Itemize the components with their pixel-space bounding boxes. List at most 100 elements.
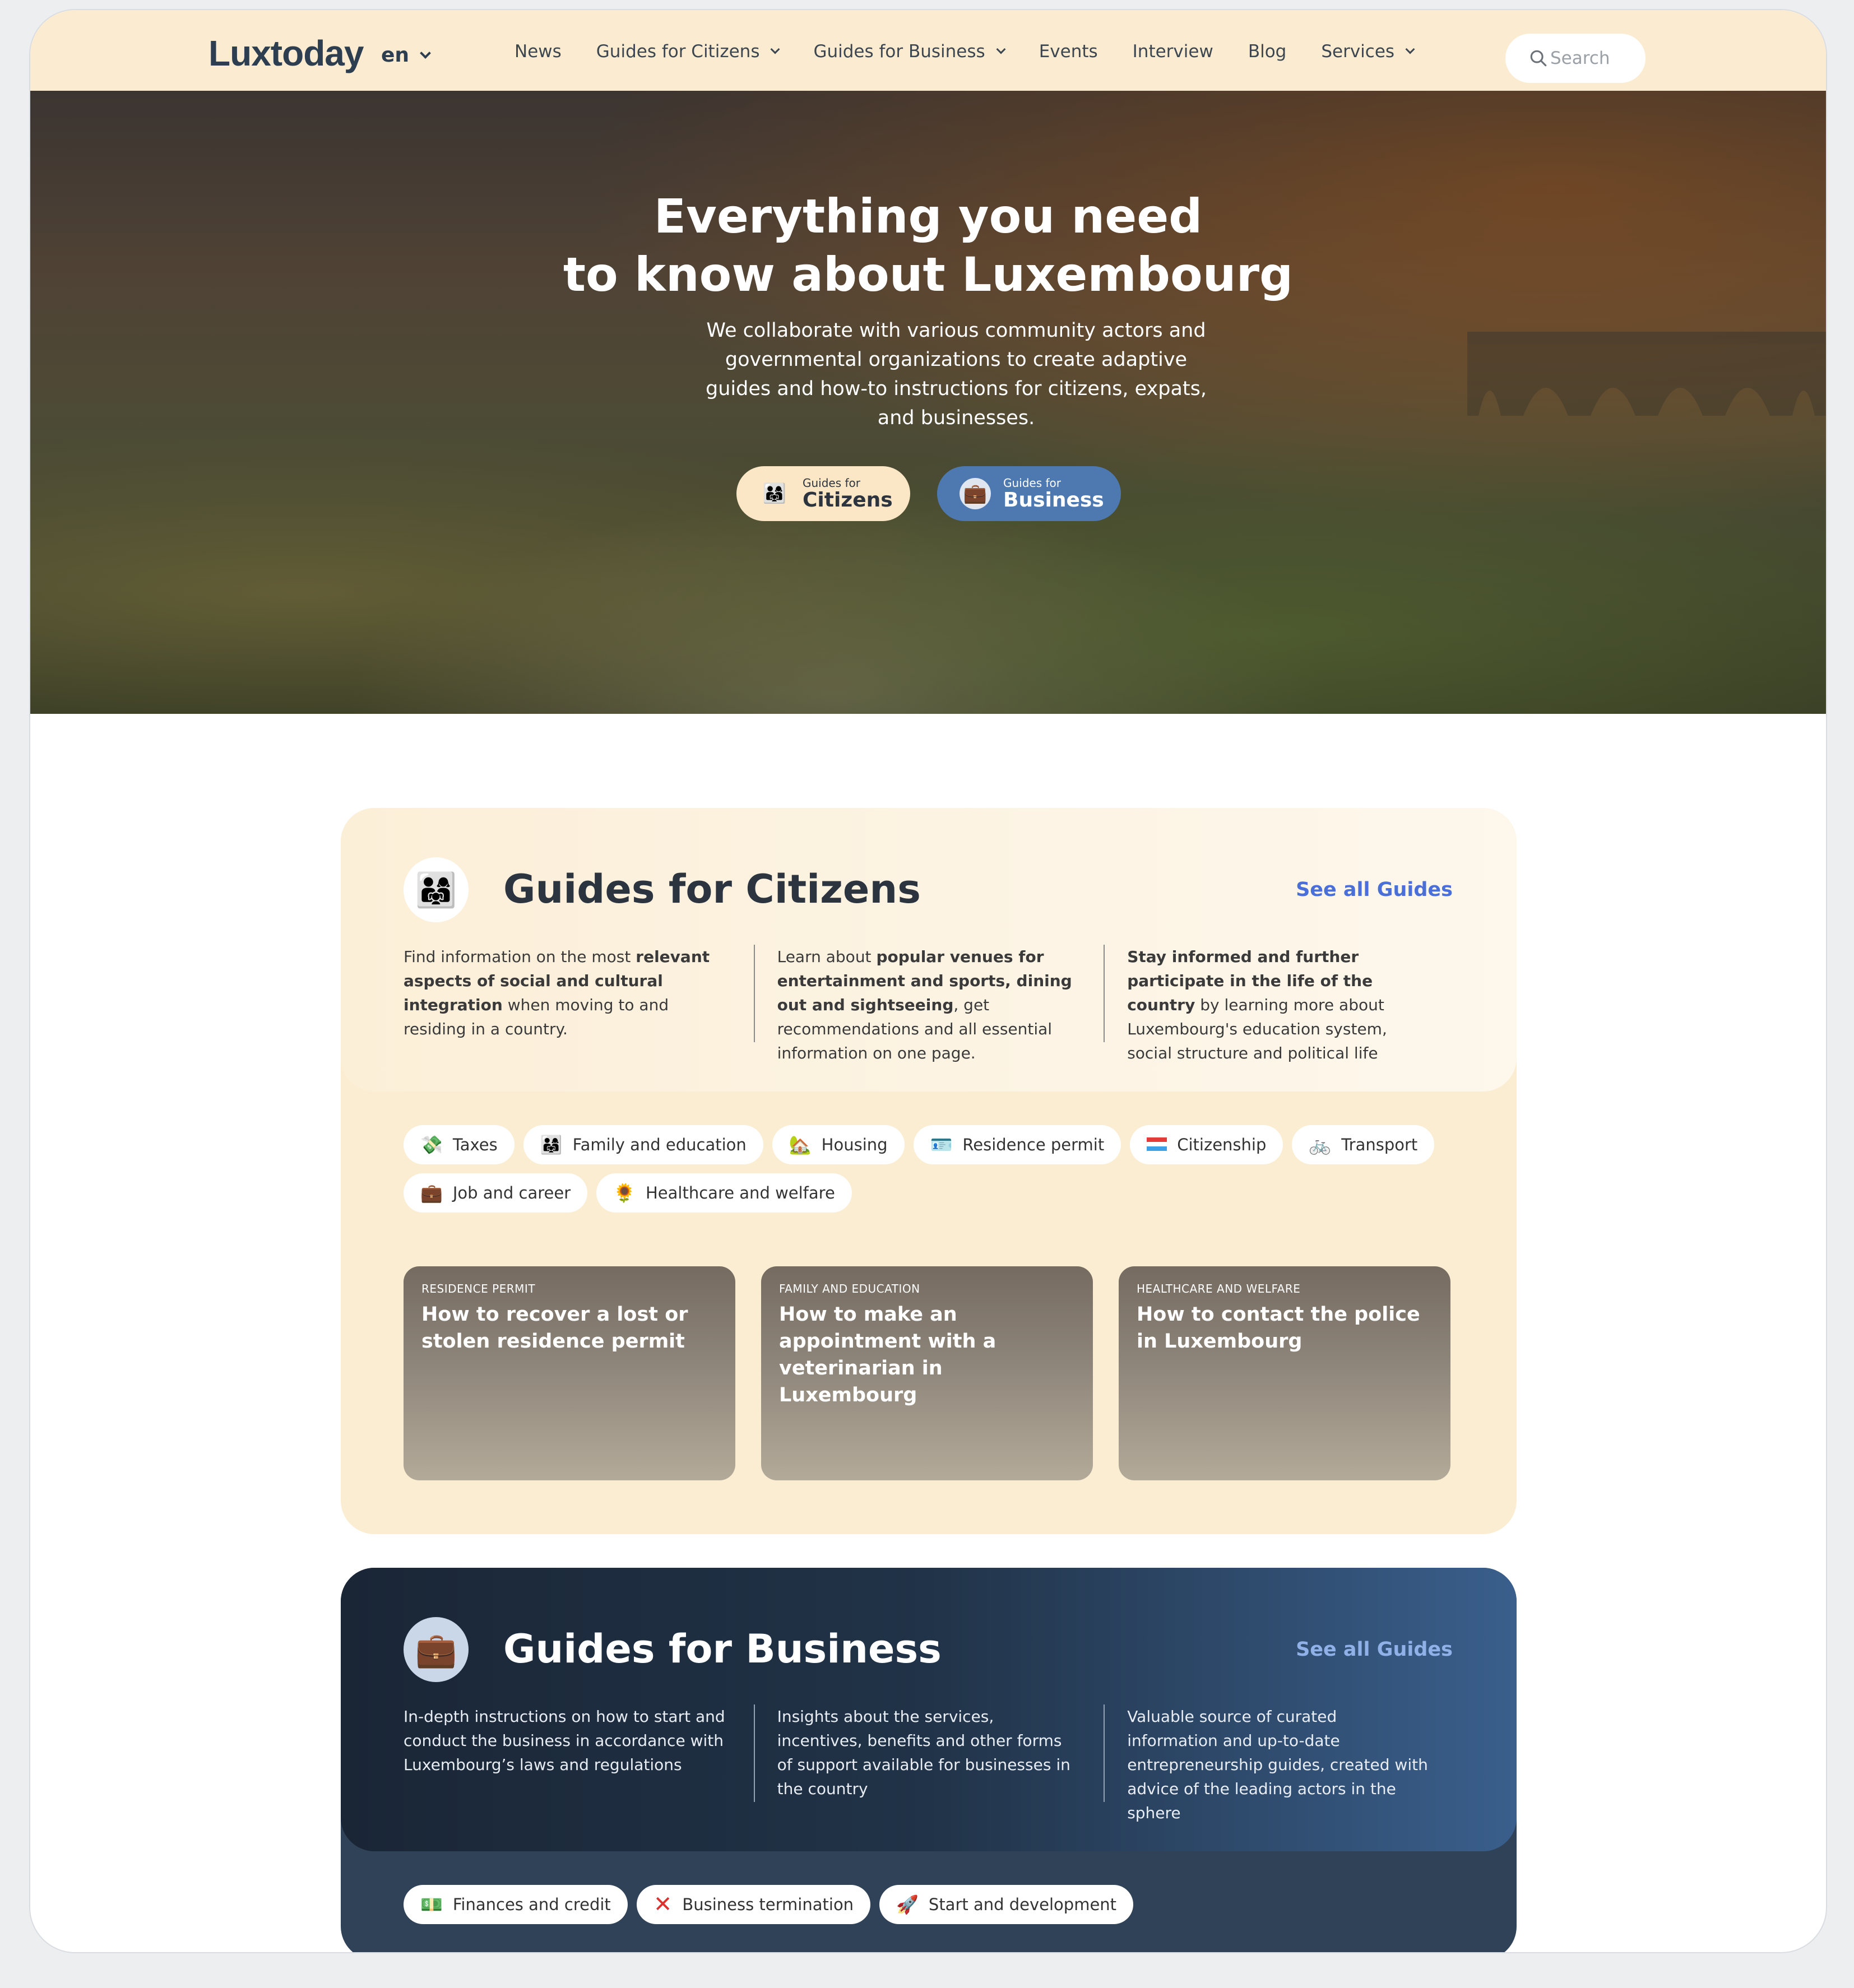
button-label: Citizens xyxy=(803,489,893,512)
tag-label: Transport xyxy=(1341,1135,1418,1154)
tag-label: Family and education xyxy=(572,1135,747,1154)
cross-icon: ✕ xyxy=(653,1892,673,1917)
tag-citizenship[interactable]: Citizenship xyxy=(1130,1125,1283,1164)
browser-page: Luxtoday en News Guides for Citizens Gui… xyxy=(30,10,1826,1952)
tag-start-development[interactable]: 🚀 Start and development xyxy=(879,1885,1134,1924)
nav-label: Interview xyxy=(1132,41,1213,62)
hero-title-line: to know about Luxembourg xyxy=(563,247,1294,302)
tag-label: Start and development xyxy=(928,1895,1117,1914)
card-category: Family and education xyxy=(779,1282,920,1295)
tag-healthcare-welfare[interactable]: 🌻 Healthcare and welfare xyxy=(596,1173,852,1213)
see-all-guides-link[interactable]: See all Guides xyxy=(1296,1638,1453,1661)
tag-business-termination[interactable]: ✕ Business termination xyxy=(636,1885,871,1924)
card-category: Healthcare and welfare xyxy=(1137,1282,1301,1295)
briefcase-icon: 💼 xyxy=(404,1617,469,1682)
id-card-icon: 🪪 xyxy=(930,1134,953,1155)
tag-label: Housing xyxy=(821,1135,888,1154)
tag-label: Citizenship xyxy=(1177,1135,1267,1154)
tag-label: Healthcare and welfare xyxy=(646,1183,835,1202)
nav-guides-citizens[interactable]: Guides for Citizens xyxy=(596,41,780,62)
guides-business-button[interactable]: 💼 Guides for Business xyxy=(937,466,1121,521)
family-icon: 👨‍👩‍👧 xyxy=(404,857,469,922)
business-tag-list: 💵 Finances and credit ✕ Business terminati… xyxy=(404,1885,1468,1924)
citizens-description: Find information on the most relevant as… xyxy=(404,945,1454,1062)
flag-icon xyxy=(1147,1134,1167,1155)
tag-family-education[interactable]: 👨‍👩‍👧 Family and education xyxy=(523,1125,763,1164)
card-title: How to contact the police in Luxembourg xyxy=(1137,1303,1420,1353)
guides-citizens-button[interactable]: 👨‍👩‍👧 Guides for Citizens xyxy=(736,466,910,521)
nav-blog[interactable]: Blog xyxy=(1248,41,1287,62)
nav-news[interactable]: News xyxy=(515,41,562,62)
briefcase-icon: 💼 xyxy=(960,478,991,509)
search-input[interactable]: Search xyxy=(1505,34,1646,83)
citizens-section: 👨‍👩‍👧 Guides for Citizens See all Guides… xyxy=(341,808,1517,1534)
business-section: 💼 Guides for Business See all Guides In-… xyxy=(341,1568,1517,1952)
hero-subtitle: We collaborate with various community ac… xyxy=(705,319,1207,429)
tag-label: Residence permit xyxy=(962,1135,1105,1154)
health-icon: 🌻 xyxy=(613,1182,636,1204)
guide-card[interactable]: Residence permit How to recover a lost o… xyxy=(404,1266,735,1480)
description-column: Insights about the services, incentives,… xyxy=(753,1704,1104,1802)
tag-job-career[interactable]: 💼 Job and career xyxy=(404,1173,588,1213)
nav-label: Events xyxy=(1039,41,1098,62)
search-icon xyxy=(1530,50,1547,67)
card-title: How to make an appointment with a veteri… xyxy=(779,1303,996,1406)
button-label: Business xyxy=(1003,489,1104,512)
tag-taxes[interactable]: 💸 Taxes xyxy=(404,1125,515,1164)
description-column: Find information on the most relevant as… xyxy=(404,947,710,1038)
nav-label: Services xyxy=(1321,41,1395,62)
rocket-icon: 🚀 xyxy=(896,1894,919,1915)
button-caption: Guides for xyxy=(1003,476,1062,490)
logo[interactable]: Luxtoday xyxy=(208,32,364,74)
citizens-guide-cards: Residence permit How to recover a lost o… xyxy=(404,1266,1454,1480)
chevron-down-icon xyxy=(420,47,431,59)
money-icon: 💵 xyxy=(420,1894,443,1915)
tag-label: Finances and credit xyxy=(452,1895,611,1914)
language-selector[interactable]: en xyxy=(381,44,431,67)
nav-services[interactable]: Services xyxy=(1321,41,1415,62)
nav-guides-business[interactable]: Guides for Business xyxy=(813,41,1006,62)
guide-card[interactable]: Healthcare and welfare How to contact th… xyxy=(1119,1266,1450,1480)
tag-residence-permit[interactable]: 🪪 Residence permit xyxy=(913,1125,1121,1164)
description-column: Stay informed and further participate in… xyxy=(1104,945,1454,1062)
hero-title-line: Everything you need xyxy=(653,189,1203,244)
money-icon: 💸 xyxy=(420,1134,443,1155)
nav-label: Guides for Business xyxy=(813,41,985,62)
site-header: Luxtoday en News Guides for Citizens Gui… xyxy=(30,10,1826,91)
chevron-down-icon xyxy=(996,44,1006,54)
chevron-down-icon xyxy=(770,44,780,54)
bicycle-icon: 🚲 xyxy=(1309,1134,1332,1155)
family-icon: 👨‍👩‍👧 xyxy=(540,1134,563,1155)
card-title: How to recover a lost or stolen residenc… xyxy=(421,1303,688,1353)
tag-housing[interactable]: 🏡 Housing xyxy=(772,1125,905,1164)
viaduct-illustration xyxy=(1467,332,1826,416)
main-nav: News Guides for Citizens Guides for Busi… xyxy=(515,41,1415,62)
nav-label: Guides for Citizens xyxy=(596,41,760,62)
family-icon: 👨‍👩‍👧 xyxy=(762,482,787,505)
tag-label: Job and career xyxy=(452,1183,571,1202)
description-column: Learn about popular venues for entertain… xyxy=(753,945,1104,1062)
nav-events[interactable]: Events xyxy=(1039,41,1098,62)
nav-interview[interactable]: Interview xyxy=(1133,41,1213,62)
nav-label: News xyxy=(515,41,562,62)
business-description: In-depth instructions on how to start an… xyxy=(404,1704,1454,1822)
tag-label: Business termination xyxy=(682,1895,854,1914)
description-column: Valuable source of curated information a… xyxy=(1104,1704,1454,1822)
card-category: Residence permit xyxy=(421,1282,536,1295)
guide-card[interactable]: Family and education How to make an appo… xyxy=(761,1266,1093,1480)
hero-title: Everything you need to know about Luxemb… xyxy=(30,187,1826,304)
house-icon: 🏡 xyxy=(789,1134,812,1155)
citizens-tag-list: 💸 Taxes 👨‍👩‍👧 Family and education 🏡 Housin… xyxy=(404,1125,1468,1213)
tag-label: Taxes xyxy=(452,1135,498,1154)
section-title: Guides for Citizens xyxy=(503,866,921,912)
section-title: Guides for Business xyxy=(503,1626,942,1672)
chevron-down-icon xyxy=(1405,44,1415,54)
briefcase-icon: 💼 xyxy=(420,1182,443,1204)
tag-transport[interactable]: 🚲 Transport xyxy=(1292,1125,1435,1164)
see-all-guides-link[interactable]: See all Guides xyxy=(1296,879,1453,901)
hero-banner: Everything you need to know about Luxemb… xyxy=(30,91,1826,714)
description-column: In-depth instructions on how to start an… xyxy=(404,1707,725,1774)
tag-finances-credit[interactable]: 💵 Finances and credit xyxy=(404,1885,628,1924)
search-placeholder: Search xyxy=(1550,48,1610,68)
button-caption: Guides for xyxy=(803,476,861,490)
